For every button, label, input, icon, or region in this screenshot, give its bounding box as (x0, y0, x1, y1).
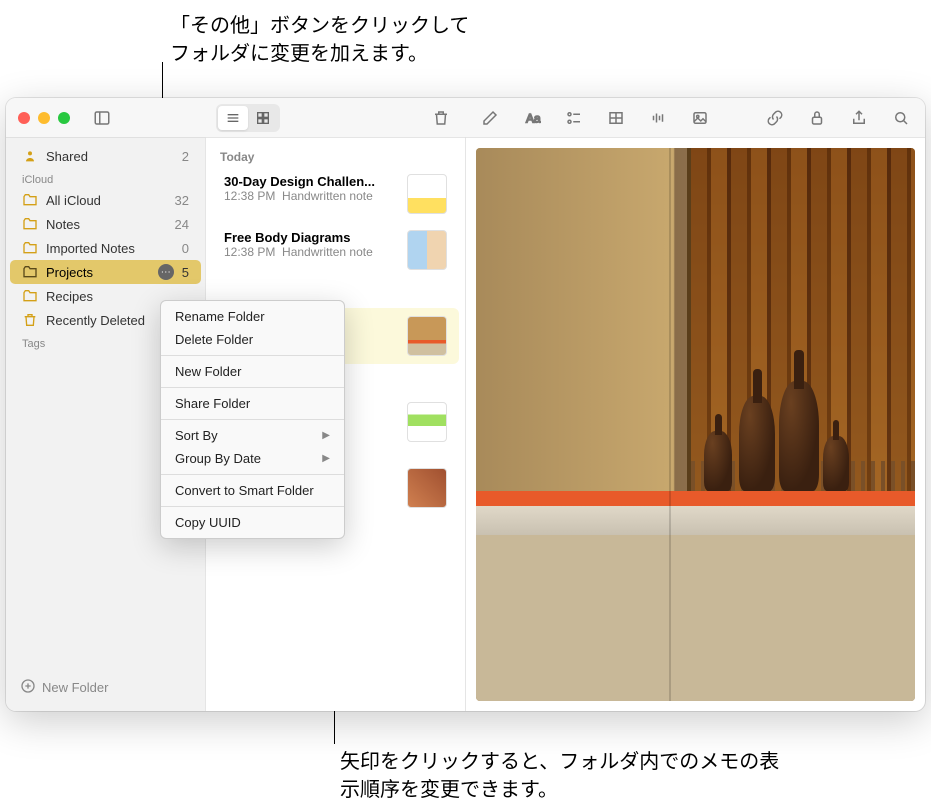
new-folder-button[interactable]: New Folder (6, 670, 205, 705)
note-row[interactable]: 30-Day Design Challen... 12:38 PM Handwr… (212, 166, 459, 222)
delete-note-button[interactable] (427, 104, 455, 132)
sidebar-item-count: 5 (182, 265, 189, 280)
search-button[interactable] (887, 104, 915, 132)
note-title: 30-Day Design Challen... (224, 174, 397, 189)
sidebar-item-imported[interactable]: Imported Notes 0 (10, 236, 201, 260)
sidebar-item-label: All iCloud (46, 193, 167, 208)
callout-top: 「その他」ボタンをクリックしてフォルダに変更を加えます。 (170, 12, 480, 68)
format-button[interactable]: Aa (518, 104, 546, 132)
plus-circle-icon (20, 678, 36, 697)
table-button[interactable] (602, 104, 630, 132)
menu-separator (161, 506, 344, 507)
view-toggle (216, 104, 280, 132)
menu-delete-folder[interactable]: Delete Folder (161, 328, 344, 351)
date-header-today: Today (206, 144, 465, 166)
trash-icon (22, 312, 38, 328)
note-content[interactable] (466, 138, 925, 711)
notes-window: Shared 2 iCloud All iCloud 32 Notes 24 I… (6, 98, 925, 711)
link-button[interactable] (761, 104, 789, 132)
note-subtitle: Handwritten note (282, 189, 373, 203)
callout-bottom: 矢印をクリックすると、フォルダ内でのメモの表示順序を変更できます。 (340, 748, 780, 804)
menu-separator (161, 387, 344, 388)
menu-label: Group By Date (175, 451, 261, 466)
menu-label: Sort By (175, 428, 218, 443)
minimize-button[interactable] (38, 112, 50, 124)
menu-separator (161, 474, 344, 475)
note-thumbnail (407, 174, 447, 214)
chevron-right-icon: ▶ (322, 430, 330, 441)
menu-separator (161, 419, 344, 420)
note-time: 12:38 PM (224, 245, 275, 259)
lock-button[interactable] (803, 104, 831, 132)
shared-count: 2 (182, 149, 189, 164)
folder-context-menu: Rename Folder Delete Folder New Folder S… (160, 300, 345, 539)
sidebar-item-projects[interactable]: Projects ⋯ 5 (10, 260, 201, 284)
folder-icon (22, 240, 38, 256)
note-thumbnail (407, 468, 447, 508)
audio-button[interactable] (644, 104, 672, 132)
editor-toolbar: Aa (466, 98, 925, 138)
sidebar-toggle-icon[interactable] (88, 104, 116, 132)
note-thumbnail (407, 230, 447, 270)
list-view-button[interactable] (218, 106, 248, 130)
sidebar-item-all-icloud[interactable]: All iCloud 32 (10, 188, 201, 212)
window-controls (18, 112, 70, 124)
sidebar-item-notes[interactable]: Notes 24 (10, 212, 201, 236)
sidebar-item-label: Imported Notes (46, 241, 174, 256)
zoom-button[interactable] (58, 112, 70, 124)
new-folder-label: New Folder (42, 680, 108, 695)
folder-icon (22, 216, 38, 232)
sidebar-item-label: Notes (46, 217, 167, 232)
sidebar-item-count: 24 (175, 217, 189, 232)
svg-text:Aa: Aa (526, 111, 541, 125)
menu-separator (161, 355, 344, 356)
menu-copy-uuid[interactable]: Copy UUID (161, 511, 344, 534)
more-button[interactable]: ⋯ (158, 264, 174, 280)
shared-label: Shared (46, 149, 174, 164)
folder-icon (22, 288, 38, 304)
shared-icon (22, 148, 38, 164)
sidebar-item-shared[interactable]: Shared 2 (10, 144, 201, 168)
icloud-section-header: iCloud (6, 168, 205, 188)
menu-rename-folder[interactable]: Rename Folder (161, 305, 344, 328)
menu-sort-by[interactable]: Sort By ▶ (161, 424, 344, 447)
grid-view-button[interactable] (248, 106, 278, 130)
checklist-button[interactable] (560, 104, 588, 132)
sidebar-item-count: 0 (182, 241, 189, 256)
note-row[interactable]: Free Body Diagrams 12:38 PM Handwritten … (212, 222, 459, 278)
media-button[interactable] (686, 104, 714, 132)
menu-convert-smart-folder[interactable]: Convert to Smart Folder (161, 479, 344, 502)
note-subtitle: Handwritten note (282, 245, 373, 259)
note-editor: Aa (466, 138, 925, 711)
chevron-right-icon: ▶ (322, 453, 330, 464)
sidebar-item-count: 32 (175, 193, 189, 208)
note-title: Free Body Diagrams (224, 230, 397, 245)
folder-icon (22, 264, 38, 280)
compose-button[interactable] (476, 104, 504, 132)
menu-share-folder[interactable]: Share Folder (161, 392, 344, 415)
close-button[interactable] (18, 112, 30, 124)
folder-icon (22, 192, 38, 208)
notelist-toolbar (206, 98, 465, 138)
note-thumbnail (407, 402, 447, 442)
menu-group-by-date[interactable]: Group By Date ▶ (161, 447, 344, 470)
note-thumbnail (407, 316, 447, 356)
note-image (476, 148, 915, 701)
note-time: 12:38 PM (224, 189, 275, 203)
share-button[interactable] (845, 104, 873, 132)
menu-new-folder[interactable]: New Folder (161, 360, 344, 383)
sidebar-item-label: Projects (46, 265, 150, 280)
